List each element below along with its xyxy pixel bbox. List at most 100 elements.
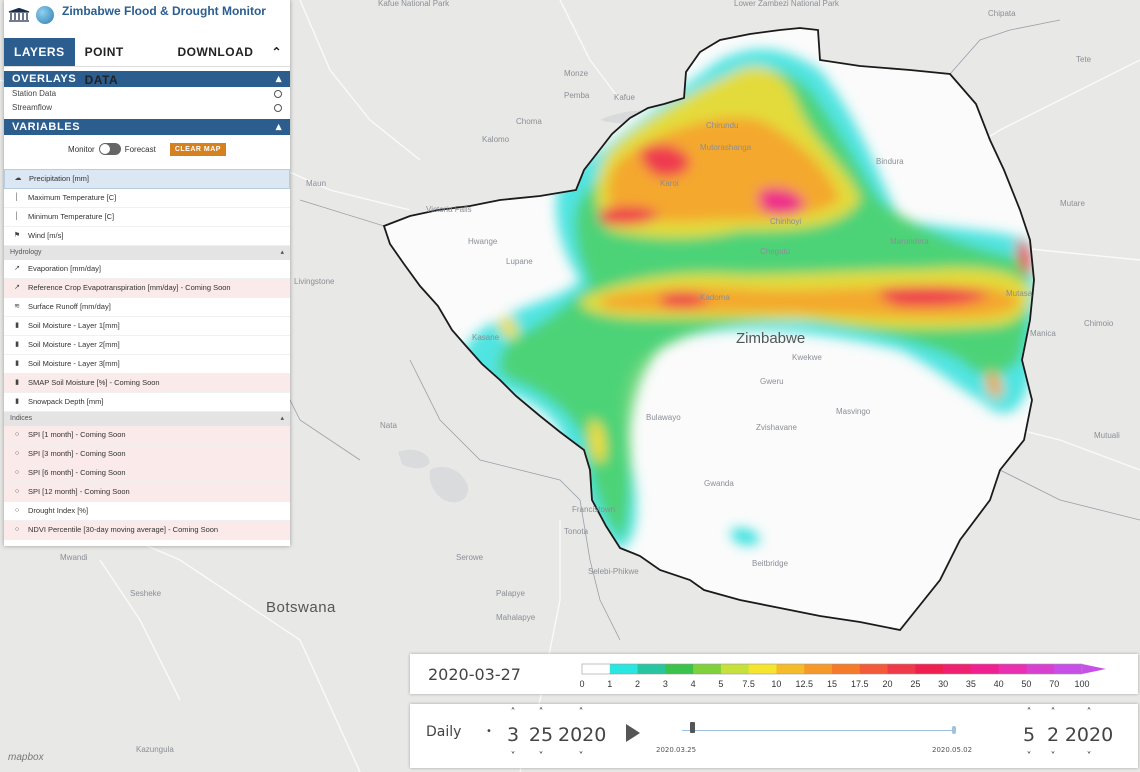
variables-header[interactable]: VARIABLES ▴ [4, 119, 290, 135]
chevron-down-icon[interactable]: ˅ [558, 750, 604, 764]
variable-item[interactable]: ▮ Soil Moisture - Layer 2[mm] [4, 336, 290, 355]
place-label: Mutasa [1006, 289, 1033, 298]
legend-tick-label: 15 [827, 679, 837, 689]
overlay-label: Streamflow [12, 103, 53, 112]
chevron-down-icon[interactable]: ˅ [526, 750, 556, 764]
start-year-value[interactable]: 2020 [558, 720, 606, 750]
start-day-value[interactable]: 25 [526, 720, 556, 750]
place-label: Chimoio [1084, 319, 1114, 328]
variable-item[interactable]: ○ SPI [1 month] - Coming Soon [4, 426, 290, 445]
variable-label: SPI [6 month] - Coming Soon [28, 468, 126, 477]
variable-label: Soil Moisture - Layer 1[mm] [28, 321, 120, 330]
variable-item[interactable]: ▮ Snowpack Depth [mm] [4, 393, 290, 412]
variable-item[interactable]: ▮ SMAP Soil Moisture [%] - Coming Soon [4, 374, 290, 393]
flag-icon: ⚑ [13, 232, 21, 239]
chevron-up-icon[interactable]: ˄ [1064, 706, 1114, 720]
variable-label: Soil Moisture - Layer 3[mm] [28, 359, 120, 368]
place-label: Gwanda [704, 479, 734, 488]
variable-item[interactable]: ▮ Soil Moisture - Layer 3[mm] [4, 355, 290, 374]
end-year-value[interactable]: 2020 [1064, 720, 1114, 750]
legend-tick-label: 50 [1021, 679, 1031, 689]
color-legend: 2020-03-27 0 1 2 3 4 5 7.5 10 12.5 15 17.5 20 25 30 35… [410, 654, 1138, 694]
chevron-down-icon[interactable]: ˅ [1064, 750, 1114, 764]
chevron-up-icon[interactable]: ˄ [526, 706, 556, 720]
thermometer-icon: │ [14, 194, 20, 201]
radio-icon[interactable] [274, 104, 282, 112]
time-slider-end[interactable] [952, 726, 956, 734]
meteorology-list: ☁ Precipitation [mm] │ Maximum Temperature … [4, 169, 290, 246]
monitor-forecast-switch[interactable] [98, 143, 121, 155]
place-label: Kafue [614, 93, 635, 102]
overlay-station-data[interactable]: Station Data [4, 87, 290, 101]
place-label: Chinhoyi [770, 217, 801, 226]
place-label: Bulawayo [646, 413, 681, 422]
group-header-hydrology[interactable]: Hydrology ▴ [4, 246, 290, 260]
variable-item[interactable]: ▮ Soil Moisture - Layer 1[mm] [4, 317, 290, 336]
chevron-up-icon[interactable]: ˄ [558, 706, 604, 720]
variable-item[interactable]: ↗ Reference Crop Evapotranspiration [mm/d… [4, 279, 290, 298]
place-label: Kadoma [700, 293, 730, 302]
legend-swatch [804, 664, 833, 674]
variable-item[interactable]: ↗ Evaporation [mm/day] [4, 260, 290, 279]
play-icon[interactable] [626, 724, 640, 742]
evaporation-icon: ↗ [14, 265, 20, 272]
legend-swatch [582, 664, 611, 674]
tab-point-data[interactable]: POINT DATA [75, 38, 168, 87]
tab-layers[interactable]: LAYERS [4, 38, 75, 66]
app-title: Zimbabwe Flood & Drought Monitor [62, 4, 266, 18]
chevron-up-icon[interactable]: ▴ [276, 119, 282, 135]
start-month-value[interactable]: 3 [498, 720, 528, 750]
layers-panel: Zimbabwe Flood & Drought Monitor LAYERS … [4, 0, 290, 546]
variable-item[interactable]: ☁ Precipitation [mm] [4, 169, 290, 189]
chevron-up-icon[interactable]: ▴ [280, 246, 284, 260]
chevron-up-icon[interactable]: ▴ [276, 71, 282, 87]
variable-item[interactable]: ○ SPI [12 month] - Coming Soon [4, 483, 290, 502]
mapbox-attribution[interactable]: mapbox [8, 752, 44, 763]
place-label: Mwandi [60, 553, 88, 562]
overlay-streamflow[interactable]: Streamflow [4, 101, 290, 115]
start-month-spinner: ˄ 3 ˅ [498, 704, 528, 768]
toggle-forecast-label: Forecast [124, 144, 156, 154]
overlay-label: Station Data [12, 89, 57, 98]
legend-swatch [998, 664, 1027, 674]
evaporation-icon: ↗ [14, 284, 20, 291]
interval-label[interactable]: Daily [426, 724, 461, 740]
slider-end-label: 2020.05.02 [932, 746, 973, 754]
place-label: Maun [306, 179, 326, 188]
variable-item[interactable]: │ Maximum Temperature [C] [4, 189, 290, 208]
variable-item[interactable]: │ Minimum Temperature [C] [4, 208, 290, 227]
legend-swatch [720, 664, 750, 674]
chevron-up-icon[interactable]: ▴ [280, 412, 284, 426]
globe-logo-icon [36, 6, 54, 24]
clear-map-button[interactable]: CLEAR MAP [169, 142, 226, 156]
variable-item[interactable]: ○ Drought Index [%] [4, 502, 290, 521]
group-header-indices[interactable]: Indices ▴ [4, 412, 290, 426]
radio-icon: ○ [14, 488, 20, 495]
variable-item[interactable]: ⚑ Wind [m/s] [4, 227, 290, 246]
variable-item[interactable]: ○ NDVI Percentile [30-day moving average]… [4, 521, 290, 540]
variable-label: Evaporation [mm/day] [28, 264, 101, 273]
variable-item[interactable]: ○ SPI [6 month] - Coming Soon [4, 464, 290, 483]
legend-tick-label: 40 [994, 679, 1004, 689]
variable-label: Wind [m/s] [28, 231, 64, 240]
legend-swatch [970, 664, 1000, 674]
country-label-botswana: Botswana [266, 599, 336, 616]
place-label: Manica [1030, 329, 1056, 338]
place-label: Chipata [988, 9, 1016, 18]
variable-label: Maximum Temperature [C] [28, 193, 117, 202]
variable-item[interactable]: ○ SPI [3 month] - Coming Soon [4, 445, 290, 464]
place-label: Victoria Falls [426, 205, 472, 214]
radio-icon[interactable] [274, 90, 282, 98]
tab-download[interactable]: DOWNLOAD [167, 38, 263, 66]
soil-icon: ▮ [15, 360, 19, 367]
chevron-down-icon[interactable]: ˅ [498, 750, 528, 764]
variable-item[interactable]: ≋ Surface Runoff [mm/day] [4, 298, 290, 317]
start-year-spinner: ˄ 2020 ˅ [558, 704, 606, 768]
overlays-header[interactable]: OVERLAYS ▴ [4, 71, 290, 87]
chevron-up-icon[interactable]: ˄ [498, 706, 528, 720]
variable-label: Precipitation [mm] [29, 174, 90, 183]
time-slider-track[interactable] [682, 730, 954, 731]
double-chevron-up-icon[interactable]: ⌃ [263, 38, 290, 66]
time-slider-handle[interactable] [690, 722, 696, 733]
legend-tick-label: 3 [663, 679, 668, 689]
